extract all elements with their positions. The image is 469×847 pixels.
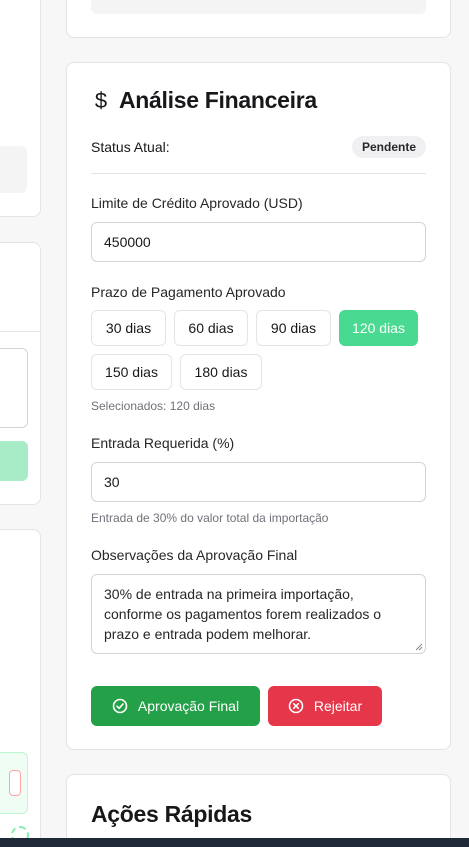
x-circle-icon	[288, 698, 304, 714]
credit-limit-input[interactable]: 450000	[91, 222, 426, 262]
left-card-field	[0, 146, 27, 193]
term-option-30[interactable]: 30 dias	[91, 310, 166, 346]
down-payment-input[interactable]: 30	[91, 462, 426, 502]
quick-actions-title: Ações Rápidas	[91, 801, 252, 827]
final-approval-label: Aprovação Final	[137, 698, 240, 714]
bottom-bar	[0, 838, 469, 847]
term-option-60[interactable]: 60 dias	[174, 310, 248, 346]
credit-limit-label: Limite de Crédito Aprovado (USD)	[91, 195, 303, 211]
resize-grip-icon[interactable]	[415, 643, 423, 651]
previous-card	[66, 0, 451, 38]
quick-actions-card: Ações Rápidas	[66, 774, 451, 847]
dollar-icon: $	[94, 87, 108, 113]
notes-label: Observações da Aprovação Final	[91, 547, 298, 563]
left-card-top	[0, 0, 41, 217]
card-header: $ Análise Financeira	[91, 87, 317, 114]
notes-text: 30% de entrada na primeira importação, c…	[104, 586, 382, 642]
reject-label: Rejeitar	[313, 698, 363, 714]
reject-button[interactable]: Rejeitar	[268, 686, 382, 726]
term-option-120[interactable]: 120 dias	[339, 310, 418, 346]
page: $ Análise Financeira Status Atual: Pende…	[0, 0, 469, 847]
left-card-danger-box[interactable]	[9, 770, 21, 796]
final-approval-button[interactable]: Aprovação Final	[91, 686, 260, 726]
term-option-150[interactable]: 150 dias	[91, 354, 172, 390]
term-option-180[interactable]: 180 dias	[180, 354, 262, 390]
term-selected-text: Selecionados: 120 dias	[91, 399, 216, 413]
previous-card-field	[91, 0, 426, 14]
status-row: Status Atual: Pendente	[91, 135, 426, 159]
payment-term-label: Prazo de Pagamento Aprovado	[91, 284, 286, 300]
left-card-textarea[interactable]	[0, 348, 28, 428]
status-badge: Pendente	[351, 136, 426, 158]
term-option-90[interactable]: 90 dias	[256, 310, 331, 346]
card-title: Análise Financeira	[119, 87, 317, 113]
left-card-divider	[0, 331, 40, 332]
status-label: Status Atual:	[91, 139, 170, 155]
down-payment-label: Entrada Requerida (%)	[91, 435, 235, 451]
divider	[91, 173, 426, 174]
left-card-bottom	[0, 529, 41, 847]
notes-textarea[interactable]: 30% de entrada na primeira importação, c…	[91, 574, 426, 654]
left-card-middle	[0, 242, 41, 505]
left-card-button[interactable]	[0, 441, 28, 481]
financial-analysis-card: $ Análise Financeira Status Atual: Pende…	[66, 62, 451, 750]
down-payment-help: Entrada de 30% do valor total da importa…	[91, 511, 329, 525]
check-circle-icon	[112, 698, 128, 714]
